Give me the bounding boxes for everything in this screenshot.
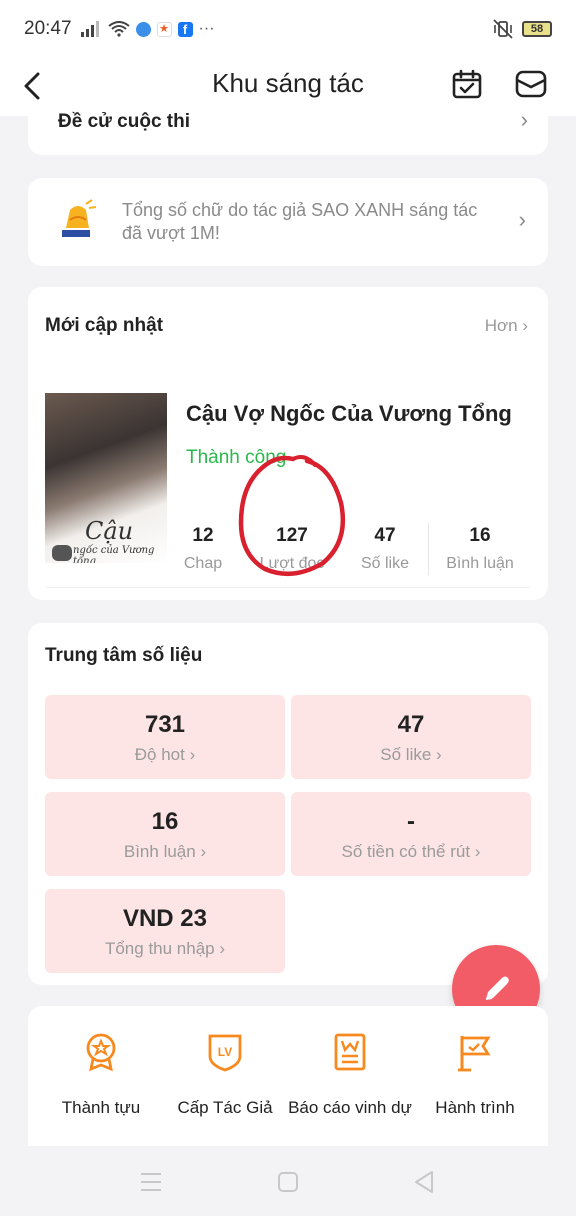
honor-report-item[interactable]: Báo cáo vinh dự xyxy=(285,1032,415,1118)
recent-updates-title: Mới cập nhật xyxy=(45,315,164,336)
tile-value: VND 23 xyxy=(122,905,208,932)
tile-label: Số like › xyxy=(380,745,442,764)
svg-text:LV: LV xyxy=(218,1045,232,1059)
cover-title: Cậu xyxy=(85,517,134,545)
stat-value: 47 xyxy=(374,525,396,546)
status-time: 20:47 xyxy=(24,18,72,39)
tile-label-text: Số like xyxy=(380,745,432,764)
tile-comments[interactable]: 16 Bình luận › xyxy=(45,792,285,876)
cover-subtitle: ngốc của Vương tổng xyxy=(73,545,155,563)
recent-updates-card: Mới cập nhật Hơn › Cậu ngốc của Vương tổ… xyxy=(28,287,548,600)
home-square-icon xyxy=(278,1172,298,1192)
level-badge-icon: LV xyxy=(208,1034,242,1072)
author-level-item[interactable]: LV Cấp Tác Giả xyxy=(160,1032,290,1118)
calendar-check-icon xyxy=(452,69,482,99)
tile-value: 16 xyxy=(151,808,179,835)
battery-indicator: 58 xyxy=(522,21,552,37)
cover-badge-icon xyxy=(52,545,72,561)
system-back-button[interactable] xyxy=(409,1168,439,1196)
back-triangle-icon xyxy=(415,1171,433,1193)
tile-label: Độ hot › xyxy=(134,745,196,764)
stat-divider xyxy=(428,523,429,575)
stat-value: 12 xyxy=(192,525,214,546)
hand-drawn-circle-annotation xyxy=(238,455,346,577)
tile-label: Bình luận › xyxy=(123,842,207,861)
tile-value: 731 xyxy=(144,711,186,738)
app-star-icon: ★ xyxy=(156,21,172,37)
stat-chapters: 12 Chap xyxy=(163,525,243,573)
status-bar: 20:47 ★ f ··· 58 xyxy=(0,0,576,58)
page-title: Khu sáng tác xyxy=(212,68,364,98)
story-cover[interactable]: Cậu ngốc của Vương tổng xyxy=(45,393,167,563)
honor-report-label: Báo cáo vinh dự xyxy=(288,1098,412,1117)
chevron-right-icon: › xyxy=(518,207,526,232)
messages-button[interactable] xyxy=(511,64,551,104)
tile-label-text: Độ hot xyxy=(134,745,185,764)
honor-report-icon xyxy=(334,1033,366,1071)
facebook-icon: f xyxy=(177,21,193,37)
tile-hotness[interactable]: 731 Độ hot › xyxy=(45,695,285,779)
messenger-icon xyxy=(135,21,151,37)
author-level-label: Cấp Tác Giả xyxy=(177,1098,273,1117)
journey-label: Hành trình xyxy=(435,1098,515,1117)
stat-label: Chap xyxy=(183,555,223,572)
tile-likes[interactable]: 47 Số like › xyxy=(291,695,531,779)
tile-label-text: Tổng thu nhập xyxy=(104,939,215,958)
medal-icon xyxy=(86,1033,116,1072)
stat-label: Bình luận xyxy=(446,555,514,572)
pencil-icon xyxy=(485,976,509,1000)
system-nav-bar xyxy=(0,1146,576,1216)
recent-apps-button[interactable] xyxy=(136,1168,166,1196)
megaphone-trophy-icon xyxy=(62,199,97,237)
contest-nomination-card[interactable]: Đề cử cuộc thi › xyxy=(28,105,548,155)
tile-label: Số tiền có thể rút › xyxy=(341,842,481,861)
tile-value: - xyxy=(407,808,415,835)
mail-icon xyxy=(515,70,547,98)
data-center-card: Trung tâm số liệu 731 Độ hot › 47 Số lik… xyxy=(28,623,548,985)
achievements-card: Thành tựu LV Cấp Tác Giả Báo cáo vinh dự… xyxy=(28,1006,548,1151)
tile-withdrawable[interactable]: - Số tiền có thể rút › xyxy=(291,792,531,876)
journey-flag-icon xyxy=(458,1036,491,1072)
calendar-checkin-button[interactable] xyxy=(447,64,487,104)
tile-label: Tổng thu nhập › xyxy=(104,939,226,958)
stat-label: Số like xyxy=(360,555,410,572)
vibrate-mute-icon xyxy=(493,19,513,39)
achievement-label: Thành tựu xyxy=(61,1098,141,1117)
achievement-item[interactable]: Thành tựu xyxy=(36,1032,166,1118)
wifi-icon xyxy=(107,21,130,37)
tile-label-text: Bình luận xyxy=(123,842,196,861)
menu-lines-icon xyxy=(141,1173,161,1191)
more-notifications-icon: ··· xyxy=(198,20,215,37)
divider xyxy=(45,587,531,588)
signal-icon xyxy=(80,21,99,37)
tile-total-income[interactable]: VND 23 Tổng thu nhập › xyxy=(45,889,285,973)
stat-value: 16 xyxy=(469,525,491,546)
journey-item[interactable]: Hành trình xyxy=(410,1032,540,1118)
status-icons: ★ f ··· xyxy=(80,20,215,38)
tile-label-text: Số tiền có thể rút xyxy=(341,842,471,861)
tile-value: 47 xyxy=(397,711,425,738)
home-button[interactable] xyxy=(273,1168,303,1196)
stat-comments: 16 Bình luận xyxy=(440,525,520,573)
stat-likes: 47 Số like xyxy=(345,525,425,573)
data-center-title: Trung tâm số liệu xyxy=(45,645,203,666)
more-link[interactable]: Hơn › xyxy=(485,316,528,336)
notice-banner[interactable]: Tổng số chữ do tác giả SAO XANH sáng tác… xyxy=(28,178,548,266)
more-link-label: Hơn xyxy=(484,316,518,335)
story-title[interactable]: Cậu Vợ Ngốc Của Vương Tổng xyxy=(186,401,512,427)
notice-text: Tổng số chữ do tác giả SAO XANH sáng tác… xyxy=(122,200,478,243)
